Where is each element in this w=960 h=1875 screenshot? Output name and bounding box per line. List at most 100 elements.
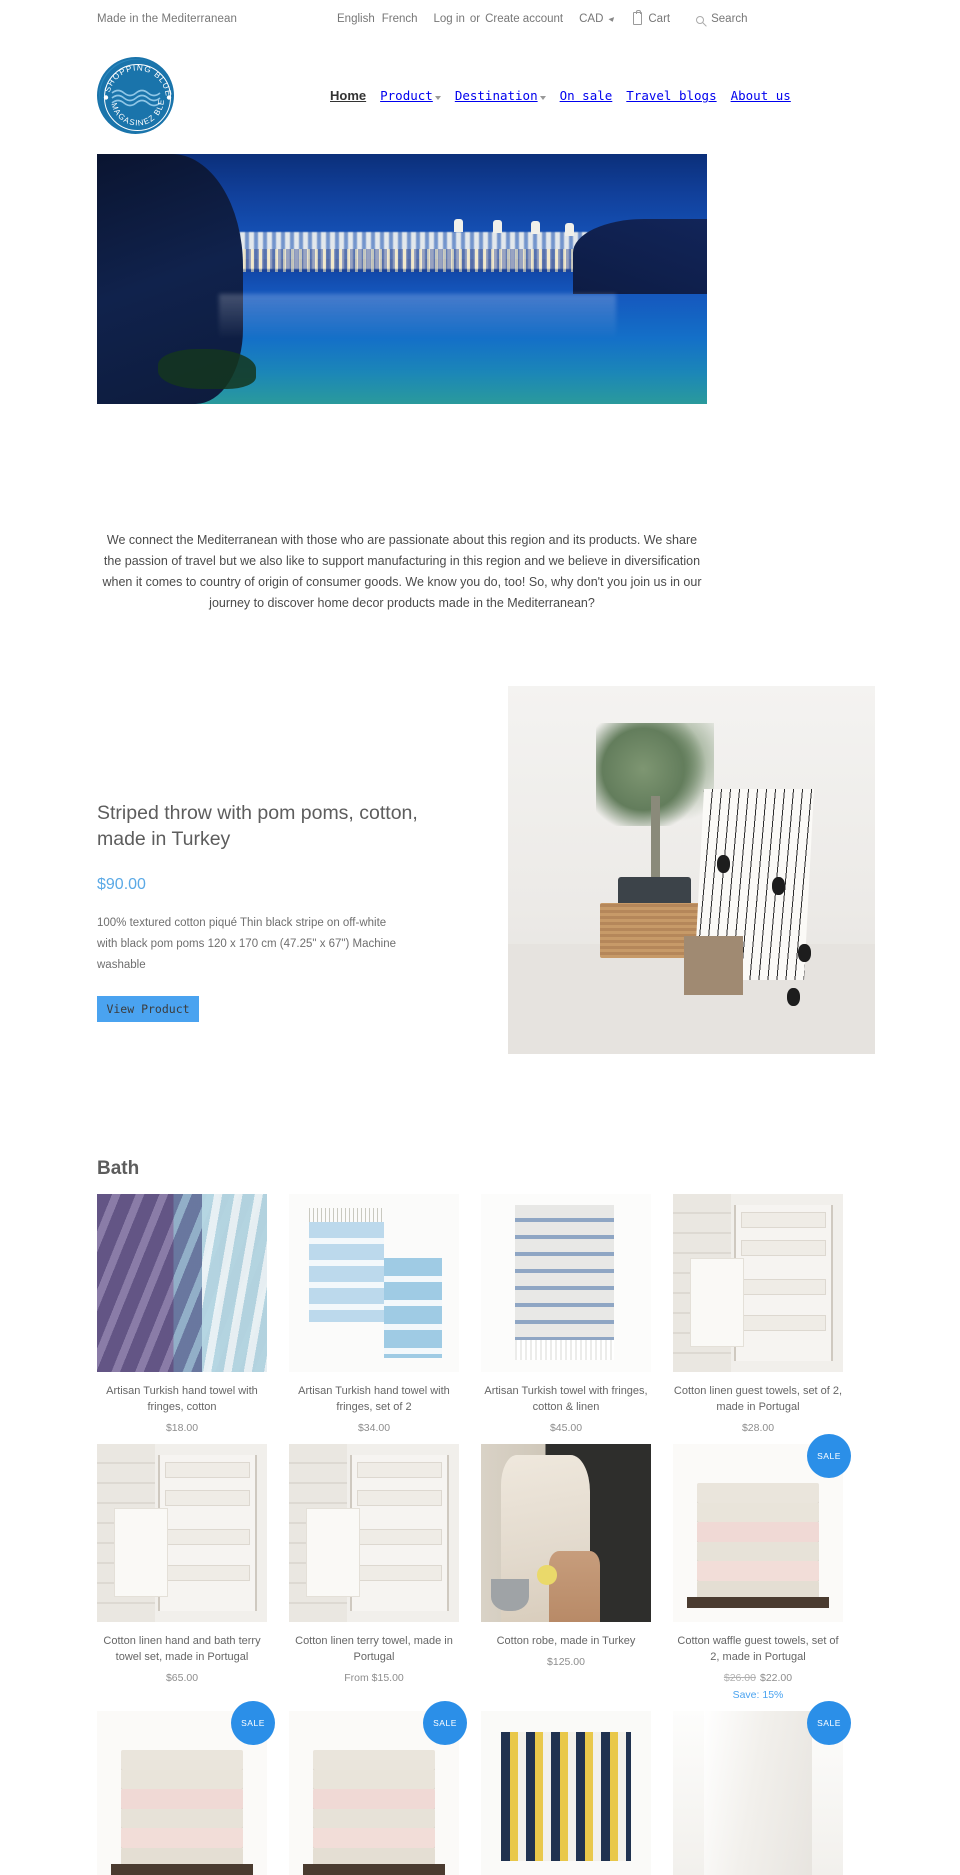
product-card[interactable]: Artisan Turkish hand towel with fringes,…: [289, 1194, 459, 1434]
product-thumbnail[interactable]: [481, 1444, 651, 1622]
sale-badge: SALE: [807, 1701, 851, 1745]
product-sale-price: $22.00: [760, 1672, 793, 1684]
product-price: $18.00: [165, 1422, 199, 1434]
view-product-button[interactable]: View Product: [97, 996, 199, 1022]
product-thumbnail-art: [673, 1194, 843, 1372]
product-price: $125.00: [547, 1656, 585, 1668]
page-root: Made in the Mediterranean English French…: [0, 0, 960, 1875]
logo-badge-icon: SHOPPING BLUE MAGASINEZ BLEU: [99, 59, 172, 132]
product-card[interactable]: Cotton robe, made in Turkey $125.00: [481, 1444, 651, 1701]
nav-item-label: About us: [730, 88, 791, 103]
product-thumbnail[interactable]: [481, 1194, 651, 1372]
product-save-label: Save: 15%: [732, 1689, 784, 1701]
chevron-down-icon: [608, 16, 616, 23]
site-tagline: Made in the Mediterranean: [97, 13, 237, 25]
product-title[interactable]: Artisan Turkish hand towel with fringes,…: [97, 1383, 267, 1415]
bath-section-title: Bath: [97, 1158, 140, 1179]
search-icon: [696, 15, 705, 24]
product-price: $45.00: [549, 1422, 583, 1434]
chevron-down-icon: [434, 96, 441, 100]
product-row: Cotton linen hand and bath terry towel s…: [97, 1434, 863, 1701]
sale-badge: SALE: [423, 1701, 467, 1745]
hero-rock: [158, 349, 256, 389]
bath-product-grid: Artisan Turkish hand towel with fringes,…: [97, 1194, 863, 1875]
nav-item-label: Product: [380, 88, 433, 103]
create-account-link[interactable]: Create account: [485, 13, 563, 25]
hero-image: [97, 154, 707, 404]
product-original-price: $26.00: [723, 1672, 756, 1684]
nav-item-travel-blogs[interactable]: Travel blogs: [626, 88, 716, 103]
product-card[interactable]: SALE: [673, 1701, 851, 1875]
nav-item-label: On sale: [559, 88, 613, 103]
nav-item-product[interactable]: Product: [380, 88, 441, 103]
product-title[interactable]: Cotton linen guest towels, set of 2, mad…: [673, 1383, 843, 1415]
search-input[interactable]: Search: [711, 13, 747, 25]
login-link[interactable]: Log in: [434, 13, 465, 25]
nav-item-home[interactable]: Home: [330, 88, 366, 103]
nav-item-label: Destination: [454, 88, 538, 103]
product-title[interactable]: Cotton waffle guest towels, set of 2, ma…: [673, 1633, 843, 1665]
product-card[interactable]: [481, 1711, 651, 1875]
intro-paragraph: We connect the Mediterranean with those …: [102, 533, 702, 610]
language-link-french[interactable]: French: [382, 13, 418, 25]
product-card[interactable]: Cotton linen terry towel, made in Portug…: [289, 1444, 459, 1701]
product-price: $34.00: [357, 1422, 391, 1434]
featured-product-description: 100% textured cotton piqué Thin black st…: [97, 917, 396, 971]
product-thumbnail[interactable]: [97, 1444, 267, 1622]
product-card[interactable]: SALE Cotton waffle guest towels, set of 2…: [673, 1434, 851, 1701]
product-thumbnail[interactable]: [289, 1194, 459, 1372]
nav-item-destination[interactable]: Destination: [455, 88, 546, 103]
product-card[interactable]: Artisan Turkish hand towel with fringes,…: [97, 1194, 267, 1434]
product-row: Artisan Turkish hand towel with fringes,…: [97, 1194, 863, 1434]
product-title[interactable]: Artisan Turkish towel with fringes, cott…: [481, 1383, 651, 1415]
nav-item-label: Travel blogs: [626, 88, 717, 103]
product-card[interactable]: Artisan Turkish towel with fringes, cott…: [481, 1194, 651, 1434]
product-thumbnail-art: [289, 1444, 459, 1622]
featured-tree-trunk: [651, 796, 661, 885]
nav-item-label: Home: [330, 88, 367, 103]
product-title[interactable]: Cotton linen hand and bath terry towel s…: [97, 1633, 267, 1665]
product-thumbnail-art: [289, 1194, 459, 1372]
main-navigation: Home Product Destination On sale Travel blog…: [330, 88, 805, 103]
product-thumbnail-art: [97, 1444, 267, 1622]
search-box[interactable]: Search: [696, 13, 748, 25]
featured-product-title[interactable]: Striped throw with pom poms, cotton, mad…: [97, 800, 437, 852]
currency-selector[interactable]: CAD: [579, 12, 616, 25]
cart-label: Cart: [648, 12, 671, 25]
product-price: $28.00: [741, 1422, 775, 1434]
nav-item-on-sale[interactable]: On sale: [560, 88, 613, 103]
product-card[interactable]: Cotton linen hand and bath terry towel s…: [97, 1444, 267, 1701]
product-thumbnail[interactable]: [97, 1194, 267, 1372]
nav-item-about-us[interactable]: About us: [731, 88, 791, 103]
hero-background-hill: [572, 219, 707, 294]
product-price: $65.00: [165, 1672, 199, 1684]
currency-value: CAD: [579, 12, 604, 25]
site-logo[interactable]: SHOPPING BLUE MAGASINEZ BLEU: [97, 57, 174, 134]
or-label: or: [469, 12, 481, 25]
product-title[interactable]: Cotton linen terry towel, made in Portug…: [289, 1633, 459, 1665]
product-thumbnail-art: [481, 1711, 651, 1875]
product-title[interactable]: Artisan Turkish hand towel with fringes,…: [289, 1383, 459, 1415]
product-price: From $15.00: [344, 1672, 404, 1684]
cart-link[interactable]: Cart: [633, 10, 671, 25]
featured-product-image[interactable]: [508, 686, 875, 1054]
utility-links: English French Log in or Create account …: [337, 10, 748, 25]
product-card[interactable]: Cotton linen guest towels, set of 2, mad…: [673, 1194, 843, 1434]
product-card[interactable]: SALE: [289, 1701, 467, 1875]
language-link-english[interactable]: English: [337, 13, 375, 25]
top-utility-bar: Made in the Mediterranean English French…: [0, 0, 960, 40]
sale-badge: SALE: [231, 1701, 275, 1745]
product-title[interactable]: Cotton robe, made in Turkey: [481, 1633, 651, 1649]
product-thumbnail[interactable]: [673, 1194, 843, 1372]
hero-town-lights: [243, 249, 598, 272]
featured-product-price: $90.00: [97, 876, 146, 893]
product-thumbnail-art: [481, 1194, 651, 1372]
hero-windmills: [439, 219, 598, 244]
hero-water-shimmer: [219, 294, 616, 339]
shopping-bag-icon: [633, 10, 643, 25]
product-thumbnail[interactable]: [289, 1444, 459, 1622]
product-thumbnail[interactable]: [481, 1711, 651, 1875]
featured-wood-block: [684, 936, 743, 996]
product-price: $26.00 $22.00: [673, 1672, 843, 1684]
product-card[interactable]: SALE: [97, 1701, 275, 1875]
